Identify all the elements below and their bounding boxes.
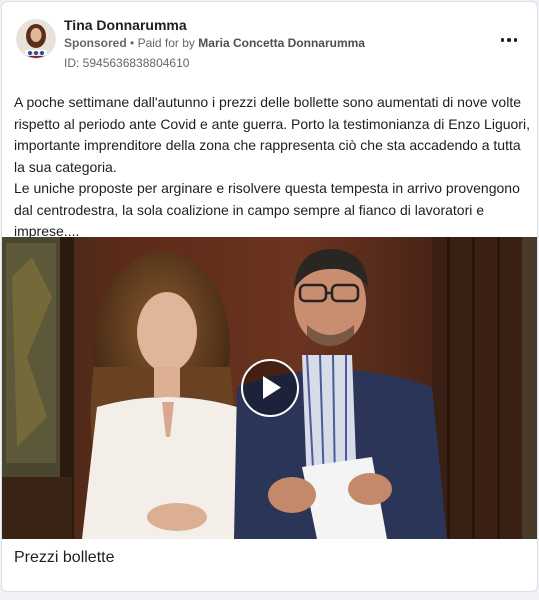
paid-for-prefix: Paid for by [137,36,195,50]
more-options-icon[interactable] [495,30,523,50]
sponsored-post-card: Tina Donnarumma Sponsored • Paid for by … [1,1,538,592]
post-paragraph: Le uniche proposte per arginare e risolv… [14,180,520,239]
sponsored-info: Sponsored • Paid for by Maria Concetta D… [64,36,365,50]
avatar-image [17,20,55,58]
page-avatar[interactable] [16,19,56,59]
post-header: Tina Donnarumma Sponsored • Paid for by … [2,2,537,82]
paid-for-by-name[interactable]: Maria Concetta Donnarumma [198,36,365,50]
media-caption: Prezzi bollette [14,549,115,566]
play-icon [263,376,281,399]
ad-id: ID: 5945636838804610 [64,56,190,70]
sponsored-label: Sponsored [64,36,127,50]
post-paragraph: A poche settimane dall'autunno i prezzi … [14,94,530,175]
post-body: A poche settimane dall'autunno i prezzi … [14,92,532,243]
page-name[interactable]: Tina Donnarumma [64,17,187,33]
video-player[interactable] [2,237,537,539]
separator-dot: • [130,36,135,50]
play-button[interactable] [241,359,299,417]
